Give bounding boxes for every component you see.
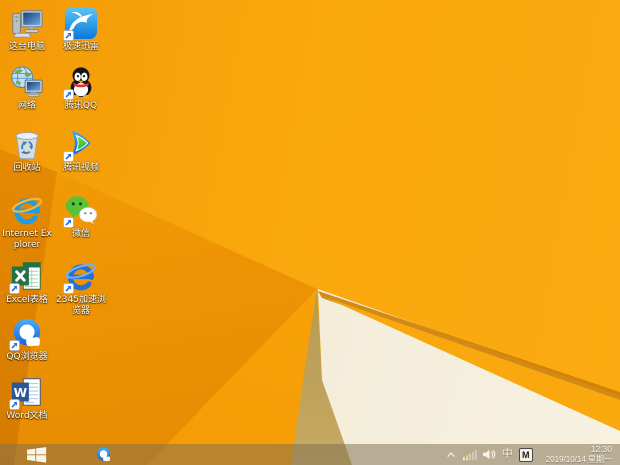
desktop-icon-this-pc[interactable]: 这台电脑 [0,5,54,53]
shortcut-arrow-icon [9,340,20,351]
icon-label: Word文档 [6,411,48,421]
shortcut-arrow-icon [63,30,74,41]
desktop-icon-excel[interactable]: Excel表格 [0,258,54,306]
network-status-button[interactable]: * [459,444,480,465]
clock-time: 12:30 [590,444,612,455]
shortcut-arrow-icon [63,283,74,294]
desktop-icon-internet-explorer[interactable]: Internet Explorer [0,192,54,250]
icon-label: 2345加速浏览器 [56,295,106,316]
shortcut-arrow-icon [63,217,74,228]
icon-label: 微信 [71,229,90,239]
desktop: { "wallpaper": { "base_color": "#f8a50c"… [0,0,620,465]
volume-button[interactable] [480,444,499,465]
desktop-icon-recycle-bin[interactable]: 回收站 [0,126,54,174]
svg-text:*: * [465,454,469,460]
network-signal-icon: * [462,449,477,461]
desktop-icon-word[interactable]: W Word文档 [0,374,54,422]
icon-label: 极速迅雷 [62,42,99,52]
show-hidden-icons-button[interactable] [443,444,459,465]
icon-label: 腾讯视频 [62,163,99,173]
icon-label: 这台电脑 [8,42,45,52]
shortcut-arrow-icon [63,89,74,100]
icon-label: 回收站 [13,163,41,173]
icon-label: QQ浏览器 [6,352,48,362]
ime-badge-label: M [518,447,533,462]
shortcut-arrow-icon [9,283,20,294]
shortcut-arrow-icon [63,151,74,162]
chevron-up-icon [446,451,455,457]
desktop-icon-tencent-qq[interactable]: 腾讯QQ [54,64,108,112]
desktop-icon-browser-2345[interactable]: 2345加速浏览器 [54,258,108,316]
recycle-bin-icon [15,132,39,160]
icon-label: 腾讯QQ [64,101,98,111]
shortcut-arrow-icon [9,399,20,410]
ime-mode-indicator[interactable]: 中 [499,444,516,465]
ime-mode-label: 中 [501,448,513,460]
internet-explorer-icon [11,197,43,225]
taskbar: * 中 M 12:30 2019/10/14 星期一 [0,444,620,465]
desktop-icon-qq-browser[interactable]: QQ浏览器 [0,315,54,363]
start-button[interactable] [14,444,60,465]
icon-label: Excel表格 [6,295,48,305]
icon-label: Internet Explorer [2,229,52,250]
desktop-icon-thunder-speed[interactable]: 极速迅雷 [54,5,108,53]
desktop-icon-tencent-video[interactable]: 腾讯视频 [54,126,108,174]
clock-date: 2019/10/14 星期一 [545,454,612,464]
speaker-icon [482,449,495,460]
icon-label: 网络 [17,101,36,111]
clock[interactable]: 12:30 2019/10/14 星期一 [543,444,615,465]
this-pc-icon [12,10,43,38]
ime-language-badge[interactable]: M [516,444,536,465]
qq-browser-icon [96,447,110,462]
system-tray: * 中 M 12:30 2019/10/14 星期一 [443,444,620,465]
taskbar-qq-browser-button[interactable] [86,444,120,465]
windows-logo-icon [27,446,47,463]
desktop-icon-wechat[interactable]: 微信 [54,192,108,240]
network-globe-icon [11,66,43,97]
desktop-icon-network[interactable]: 网络 [0,64,54,112]
